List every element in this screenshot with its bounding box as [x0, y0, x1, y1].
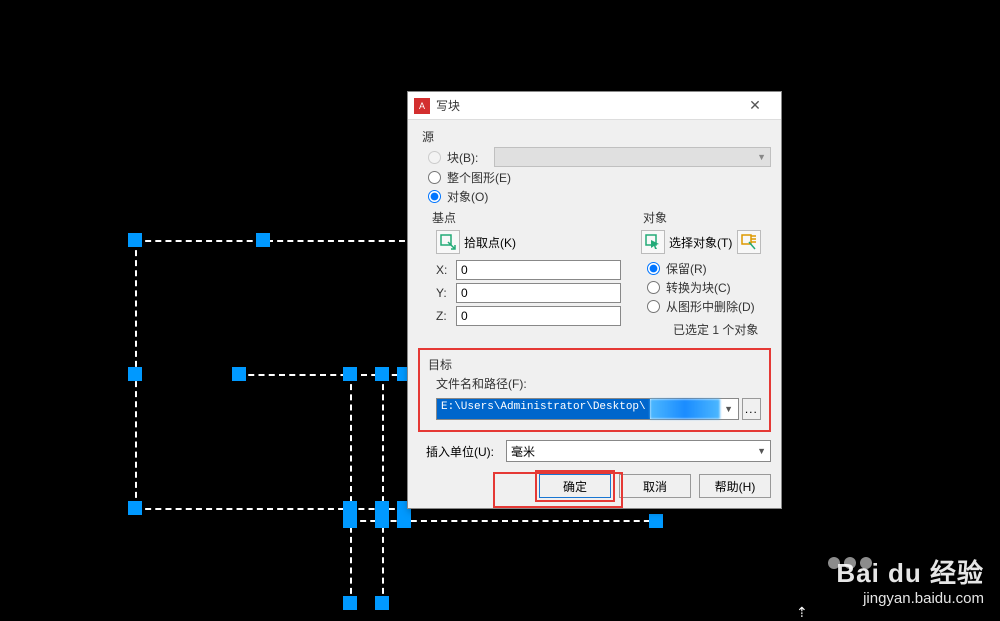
insert-units-select[interactable]: 毫米 ▼	[506, 440, 771, 462]
cad-handle[interactable]	[375, 501, 389, 515]
source-group-label: 源	[418, 128, 771, 145]
dialog-title: 写块	[436, 97, 735, 114]
cad-handle[interactable]	[343, 596, 357, 610]
cad-handle[interactable]	[343, 501, 357, 515]
radio-delete[interactable]	[647, 300, 660, 313]
z-input[interactable]	[456, 306, 621, 326]
radio-object-row[interactable]: 对象(O)	[428, 188, 771, 205]
write-block-dialog: A 写块 ✕ 源 块(B): ▼ 整个图形(E) 对象(O) 基点	[407, 91, 782, 509]
destination-highlight-box: 目标 文件名和路径(F): E:\Users\Administrator\Des…	[418, 348, 771, 432]
app-icon: A	[414, 98, 430, 114]
pick-point-button[interactable]	[436, 230, 460, 254]
quick-select-icon	[741, 234, 757, 250]
pick-point-icon	[440, 234, 456, 250]
cad-handle[interactable]	[375, 514, 389, 528]
radio-block	[428, 151, 441, 164]
selected-count: 已选定 1 个对象	[673, 321, 771, 338]
path-label: 文件名和路径(F):	[436, 375, 761, 392]
objects-column: 对象 选择对象(T) 保留(R)	[629, 209, 771, 338]
radio-block-label: 块(B):	[447, 149, 478, 166]
pick-point-label: 拾取点(K)	[464, 234, 516, 251]
cad-handle[interactable]	[343, 514, 357, 528]
radio-entire-label: 整个图形(E)	[447, 169, 511, 186]
radio-object-label: 对象(O)	[447, 188, 488, 205]
watermark: Bai du 经验 jingyan.baidu.com	[836, 553, 984, 607]
basepoint-label: 基点	[432, 209, 621, 226]
cancel-button[interactable]: 取消	[619, 474, 691, 498]
browse-button[interactable]: ...	[742, 398, 761, 420]
help-button[interactable]: 帮助(H)	[699, 474, 771, 498]
chevron-down-icon: ▼	[757, 152, 770, 162]
cad-handle[interactable]	[128, 501, 142, 515]
cad-handle[interactable]	[375, 596, 389, 610]
radio-retain-label: 保留(R)	[666, 260, 707, 277]
ok-button[interactable]: 确定	[539, 474, 611, 498]
watermark-logo: Bai du 经验	[836, 553, 984, 590]
radio-delete-label: 从图形中删除(D)	[666, 298, 755, 315]
radio-delete-row[interactable]: 从图形中删除(D)	[647, 298, 771, 315]
radio-retain-row[interactable]: 保留(R)	[647, 260, 771, 277]
insert-units-value: 毫米	[511, 443, 535, 460]
cad-handle[interactable]	[128, 233, 142, 247]
cad-handle[interactable]	[397, 514, 411, 528]
cad-handle[interactable]	[128, 367, 142, 381]
cad-edge	[135, 508, 405, 510]
chevron-down-icon: ▼	[757, 446, 766, 456]
y-label: Y:	[436, 286, 452, 300]
block-combobox: ▼	[494, 147, 771, 167]
path-input[interactable]: E:\Users\Administrator\Desktop\	[437, 399, 650, 419]
cad-handle[interactable]	[343, 367, 357, 381]
cad-edge	[350, 374, 352, 604]
destination-label: 目标	[428, 356, 761, 373]
cad-edge	[135, 240, 405, 242]
radio-convert-label: 转换为块(C)	[666, 279, 731, 296]
insert-units-label: 插入单位(U):	[426, 443, 494, 460]
cad-handle[interactable]	[256, 233, 270, 247]
cad-handle[interactable]	[649, 514, 663, 528]
radio-entire-row[interactable]: 整个图形(E)	[428, 169, 771, 186]
path-combobox[interactable]: E:\Users\Administrator\Desktop\ ▼	[436, 398, 739, 420]
cad-handle[interactable]	[375, 367, 389, 381]
select-objects-icon	[645, 234, 661, 250]
radio-retain[interactable]	[647, 262, 660, 275]
quick-select-button[interactable]	[737, 230, 761, 254]
cad-edge	[382, 374, 384, 604]
radio-block-row: 块(B): ▼	[428, 147, 771, 167]
radio-entire[interactable]	[428, 171, 441, 184]
radio-object[interactable]	[428, 190, 441, 203]
x-label: X:	[436, 263, 452, 277]
select-objects-button[interactable]	[641, 230, 665, 254]
select-objects-label: 选择对象(T)	[669, 234, 732, 251]
objects-label: 对象	[643, 209, 771, 226]
cad-handle[interactable]	[232, 367, 246, 381]
dialog-titlebar[interactable]: A 写块 ✕	[408, 92, 781, 120]
z-label: Z:	[436, 309, 452, 323]
y-input[interactable]	[456, 283, 621, 303]
x-input[interactable]	[456, 260, 621, 280]
radio-convert[interactable]	[647, 281, 660, 294]
chevron-down-icon[interactable]: ▼	[720, 399, 738, 419]
cursor-icon: ⇡	[796, 604, 808, 621]
path-blur	[650, 399, 720, 419]
watermark-url: jingyan.baidu.com	[836, 590, 984, 607]
basepoint-column: 基点 拾取点(K) X: Y: Z:	[418, 209, 621, 338]
radio-convert-row[interactable]: 转换为块(C)	[647, 279, 771, 296]
close-button[interactable]: ✕	[735, 92, 775, 120]
